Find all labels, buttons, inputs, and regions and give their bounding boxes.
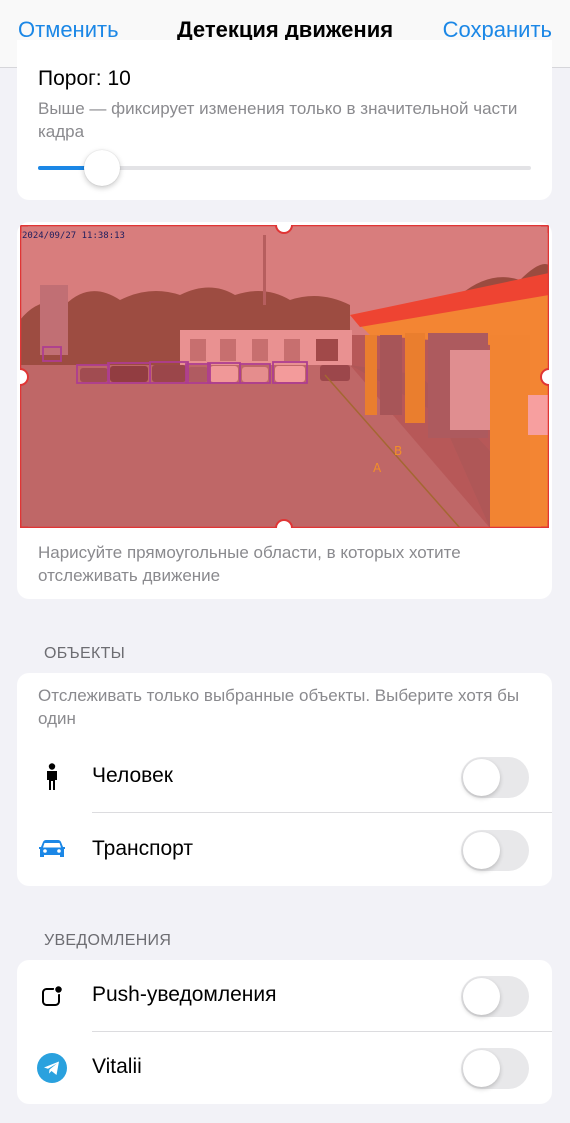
telegram-icon <box>37 1053 67 1083</box>
transport-toggle[interactable] <box>461 830 529 871</box>
person-toggle[interactable] <box>461 757 529 798</box>
camera-timestamp: 2024/09/27 11:38:13 <box>22 231 125 241</box>
toggle-knob <box>463 759 500 796</box>
push-notification-icon <box>37 982 67 1010</box>
notify-row-push: Push-уведомления <box>17 960 552 1032</box>
notify-label-telegram: Vitalii <box>92 1055 142 1078</box>
threshold-card: Порог: 10 Выше — фиксирует изменения тол… <box>17 40 552 200</box>
notifications-section-header: УВЕДОМЛЕНИЯ <box>44 932 172 949</box>
telegram-toggle[interactable] <box>461 1048 529 1089</box>
object-label-transport: Транспорт <box>92 837 193 860</box>
slider-thumb[interactable] <box>84 150 121 186</box>
object-label-person: Человек <box>92 764 173 787</box>
object-row-transport: Транспорт <box>17 814 552 886</box>
notifications-card: Push-уведомления Vitalii <box>17 960 552 1104</box>
camera-hint: Нарисуйте прямоугольные области, в котор… <box>38 543 461 585</box>
threshold-slider[interactable] <box>38 150 531 186</box>
car-icon <box>37 836 67 864</box>
toggle-knob <box>463 1050 500 1087</box>
camera-zone-card: B A 2024/09/27 11:38:13 Нарисуйте прямоу… <box>17 222 552 599</box>
threshold-description: Выше — фиксирует изменения только в знач… <box>38 99 518 141</box>
notify-row-telegram: Vitalii <box>17 1032 552 1104</box>
push-toggle[interactable] <box>461 976 529 1017</box>
threshold-label: Порог: 10 <box>38 67 131 90</box>
objects-card: Отслеживать только выбранные объекты. Вы… <box>17 673 552 886</box>
divider <box>92 812 552 813</box>
toggle-knob <box>463 832 500 869</box>
object-row-person: Человек <box>17 741 552 813</box>
objects-description: Отслеживать только выбранные объекты. Вы… <box>38 686 520 728</box>
notify-label-push: Push-уведомления <box>92 983 277 1006</box>
person-icon <box>37 763 67 791</box>
objects-section-header: ОБЪЕКТЫ <box>44 645 126 662</box>
camera-preview[interactable]: B A 2024/09/27 11:38:13 <box>20 225 549 528</box>
toggle-knob <box>463 978 500 1015</box>
